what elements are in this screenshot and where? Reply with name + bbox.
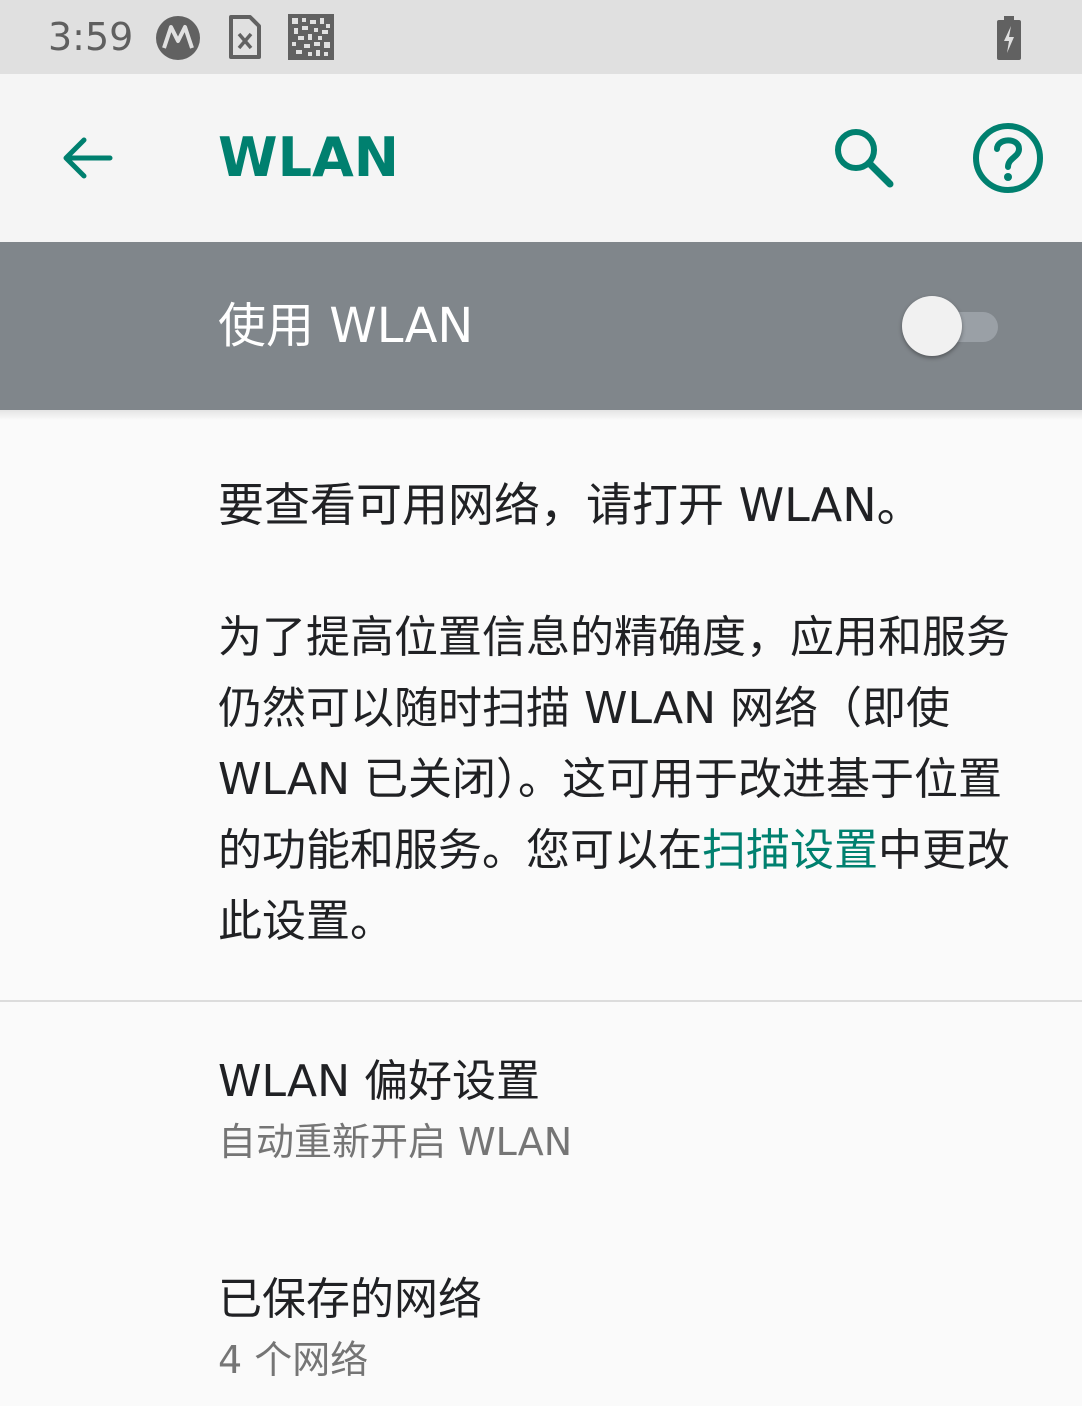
wlan-toggle[interactable] <box>900 294 1000 358</box>
wlan-master-switch-bar[interactable]: 使用 WLAN <box>0 242 1082 410</box>
pref-summary: 自动重新开启 WLAN <box>218 1120 573 1164</box>
switch-bar-shadow <box>0 410 1082 420</box>
toggle-thumb <box>902 296 962 356</box>
app-toolbar: WLAN <box>0 74 1082 242</box>
master-switch-label: 使用 WLAN <box>218 298 474 354</box>
page-title: WLAN <box>218 126 399 189</box>
pref-title: 已保存的网络 <box>218 1274 482 1325</box>
saved-networks-item[interactable]: 已保存的网络 4 个网络 <box>218 1272 1038 1386</box>
motorola-logo-icon <box>156 16 200 60</box>
help-icon[interactable] <box>970 120 1046 196</box>
arrow-back-icon[interactable] <box>54 126 118 190</box>
wifi-off-message: 要查看可用网络，请打开 WLAN。 <box>218 478 923 532</box>
pref-title: WLAN 偏好设置 <box>218 1056 541 1107</box>
search-icon[interactable] <box>828 122 900 194</box>
scan-settings-link[interactable]: 扫描设置 <box>702 825 878 876</box>
wlan-preferences-item[interactable]: WLAN 偏好设置 自动重新开启 WLAN <box>218 1054 1038 1168</box>
section-divider <box>0 1000 1082 1002</box>
qr-code-icon <box>288 14 334 60</box>
pref-summary: 4 个网络 <box>218 1338 369 1382</box>
battery-charging-icon <box>997 16 1021 60</box>
sim-card-icon <box>229 15 261 59</box>
status-bar: 3:59 <box>0 0 1082 74</box>
scanning-info-text: 为了提高位置信息的精确度，应用和服务仍然可以随时扫描 WLAN 网络（即使 WL… <box>218 602 1040 957</box>
status-time: 3:59 <box>48 15 134 59</box>
